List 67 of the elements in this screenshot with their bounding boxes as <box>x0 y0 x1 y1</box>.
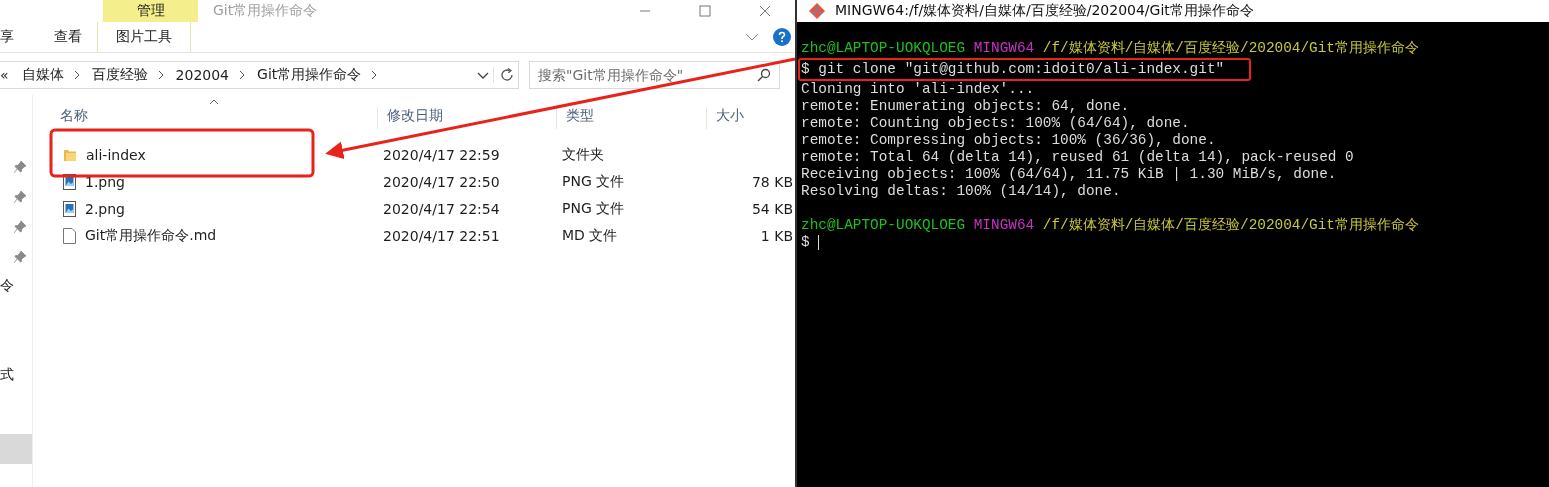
column-header[interactable]: 类型 <box>556 107 706 129</box>
search-icon[interactable] <box>757 68 771 82</box>
terminal-text: Resolving deltas: 100% (14/14), done. <box>801 183 1121 199</box>
prompt-path: /f/媒体资料/自媒体/百度经验/202004/Git常用操作命令 <box>1041 40 1419 56</box>
overflow-chevron[interactable]: « <box>0 67 16 83</box>
dropdown-caret-icon[interactable] <box>477 71 489 79</box>
breadcrumb[interactable]: Git常用操作命令 <box>251 66 372 84</box>
prompt-path: /f/媒体资料/自媒体/百度经验/202004/Git常用操作命令 <box>1041 217 1419 233</box>
column-header[interactable]: 大小 <box>706 107 795 129</box>
file-type: PNG 文件 <box>562 199 625 216</box>
pin-icon[interactable] <box>14 221 26 233</box>
prompt-host: MINGW64 <box>972 40 1035 56</box>
file-size: 1 KB <box>760 227 793 244</box>
nav-item[interactable]: 令 <box>0 277 14 295</box>
chevron-right-icon[interactable] <box>371 70 378 80</box>
nav-item[interactable]: 式 <box>0 366 14 384</box>
file-name[interactable]: 2.png <box>85 200 125 217</box>
column-header[interactable]: 修改日期 <box>377 107 556 129</box>
column-header[interactable]: 名称 <box>33 107 377 129</box>
sort-caret-icon[interactable] <box>209 99 219 105</box>
breadcrumb[interactable]: 自媒体 <box>15 66 74 84</box>
file-size: 78 KB <box>751 173 793 190</box>
git-diamond-icon <box>809 3 825 19</box>
search-field[interactable]: 搜索"Git常用操作命令" <box>529 61 780 89</box>
terminal-text: Receiving objects: 100% (64/64), 11.75 KiB | 1.30 MiB/s, done. <box>801 166 1337 182</box>
chevron-right-icon[interactable] <box>73 70 80 80</box>
chevron-down-icon[interactable] <box>745 33 759 41</box>
window-title: Git常用操作命令 <box>213 2 318 20</box>
modified-date: 2020/4/17 22:54 <box>383 200 500 217</box>
file-name[interactable]: Git常用操作命令.md <box>85 226 217 245</box>
maximize-icon[interactable] <box>699 5 711 17</box>
prompt-user: zhc@LAPTOP-UOKQLOEG <box>801 40 966 56</box>
file-type: 文件夹 <box>562 145 604 162</box>
modified-date: 2020/4/17 22:50 <box>383 173 500 190</box>
file-type: MD 文件 <box>562 226 618 243</box>
terminal-text: Cloning into 'ali-index'... <box>801 81 1035 97</box>
file-type: PNG 文件 <box>562 172 625 189</box>
address-bar[interactable]: « 自媒体 百度经验 202004 Git常用操作命令 <box>0 61 519 89</box>
file-size: 54 KB <box>751 200 793 217</box>
terminal-text: remote: Total 64 (delta 14), reused 61 (delta 14), pack-reused 0 <box>801 149 1354 165</box>
prompt-host: MINGW64 <box>972 217 1035 233</box>
terminal-text: $ git clone "git@github.com:idoit0/ali-index.git" <box>801 61 1225 77</box>
pin-icon[interactable] <box>14 191 26 203</box>
chevron-right-icon[interactable] <box>157 70 164 80</box>
terminal-console[interactable] <box>797 22 1549 487</box>
breadcrumb[interactable]: 百度经验 <box>85 66 158 84</box>
terminal-text: remote: Compressing objects: 100% (36/36), done. <box>801 132 1216 148</box>
close-icon[interactable] <box>759 5 771 17</box>
file-name[interactable]: 1.png <box>85 173 125 190</box>
file-name[interactable]: ali-index <box>86 146 146 163</box>
help-icon[interactable] <box>773 28 791 46</box>
folder-icon <box>63 147 77 162</box>
breadcrumb[interactable]: 202004 <box>169 67 240 83</box>
prompt-user: zhc@LAPTOP-UOKQLOEG <box>801 217 966 233</box>
modified-date: 2020/4/17 22:51 <box>383 227 500 244</box>
image-file-icon <box>63 200 76 217</box>
context-tab-header: 管理 <box>103 0 198 22</box>
terminal-text: $ <box>801 234 810 250</box>
terminal-title: MINGW64:/f/媒体资料/自媒体/百度经验/202004/Git常用操作命令 <box>835 2 1254 20</box>
chevron-right-icon[interactable] <box>239 70 246 80</box>
modified-date: 2020/4/17 22:59 <box>383 146 500 163</box>
pin-icon[interactable] <box>14 161 26 173</box>
document-icon <box>63 227 76 244</box>
text-cursor <box>817 234 819 250</box>
terminal-text: remote: Counting objects: 100% (64/64), done. <box>801 115 1190 131</box>
terminal-text: remote: Enumerating objects: 64, done. <box>801 98 1130 114</box>
pin-icon[interactable] <box>14 251 26 263</box>
